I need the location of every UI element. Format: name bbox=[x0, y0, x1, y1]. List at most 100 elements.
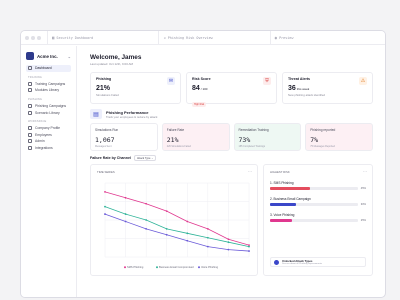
tab-label: Security Dashboard bbox=[56, 35, 94, 40]
data-point bbox=[124, 197, 127, 199]
select-value: Attack Type bbox=[136, 156, 151, 160]
sidebar-item-label: Admin bbox=[35, 139, 45, 144]
status-badge: High Risk bbox=[192, 102, 207, 107]
section-title: Failure Rate by Channel bbox=[90, 156, 131, 161]
phishing-card[interactable]: Phishing ✉ 21% Simulations Failed bbox=[90, 72, 181, 104]
flag-icon bbox=[28, 81, 32, 86]
sidebar-item-dashboard[interactable]: Dashboard bbox=[26, 65, 71, 72]
window-control-dot[interactable] bbox=[37, 35, 41, 40]
workspace-switcher[interactable]: Acme Inc. ⌄ bbox=[26, 52, 71, 60]
series-line-0 bbox=[104, 191, 250, 246]
legend-label: Voice Phishing bbox=[201, 265, 219, 269]
note-subtitle: Discuss about all Phishing Improvements bbox=[282, 263, 323, 266]
data-point bbox=[206, 228, 209, 230]
stat-subtext: 226 Simulations Failed bbox=[166, 145, 191, 148]
card-value-number: 21% bbox=[96, 85, 111, 92]
data-point bbox=[145, 228, 148, 230]
stat-value: 1,067 bbox=[95, 136, 115, 144]
performance-header: ▤ Phishing Performance Track your employ… bbox=[90, 109, 373, 119]
window-control-dot[interactable] bbox=[31, 35, 35, 40]
legend-label: Business Email Compromised bbox=[159, 265, 194, 269]
card-value: 84/ 100 bbox=[192, 85, 271, 92]
data-point bbox=[165, 210, 168, 213]
card-value-number: 36 bbox=[288, 85, 296, 92]
stat-label: Failure Rate bbox=[166, 128, 185, 132]
attack-type-select[interactable]: Attack Type ⌄ bbox=[133, 155, 157, 162]
chart-icon: ▤ bbox=[90, 109, 102, 119]
sidebar-item-integrations[interactable]: Integrations bbox=[26, 145, 71, 152]
stat-failure-rate[interactable]: Failure Rate 21% 226 Simulations Failed bbox=[161, 123, 230, 151]
risk-item-label: 3. Voice Phishing bbox=[270, 213, 295, 218]
stat-remediation-training[interactable]: Remediation Training 73% 165 Completed T… bbox=[233, 123, 302, 151]
data-point bbox=[145, 203, 148, 205]
card-value: 36this week bbox=[288, 85, 367, 92]
sidebar-item-label: Integrations bbox=[35, 146, 53, 151]
sidebar-item-label: Training Campaigns bbox=[35, 81, 66, 86]
window-control-dot[interactable] bbox=[25, 35, 29, 40]
risk-bar-track bbox=[270, 203, 358, 207]
risk-item-label: 1. SMS Phishing bbox=[270, 181, 294, 186]
sidebar-section-heading: TRAINING bbox=[28, 75, 42, 79]
plug-icon bbox=[28, 146, 32, 151]
stat-simulations-run[interactable]: Simulations Run 1,067 Messages Sent bbox=[90, 123, 158, 151]
chevron-down-icon: ⌄ bbox=[67, 53, 71, 59]
sidebar-item-label: Employees bbox=[35, 132, 52, 137]
sidebar-item-label: Scenario Library bbox=[35, 110, 60, 115]
card-title: Phishing bbox=[96, 77, 112, 81]
risk-bar-track bbox=[270, 219, 358, 223]
data-point bbox=[165, 228, 168, 230]
data-point bbox=[104, 205, 106, 208]
sidebar-item-company-profile[interactable]: Company Profile bbox=[26, 125, 71, 132]
highest-risk-panel: HIGHEST RISK ⋯ 1. SMS Phishing 45% 2. Bu… bbox=[263, 164, 373, 277]
stat-value: 73% bbox=[238, 136, 251, 144]
risk-bar-track bbox=[270, 187, 358, 191]
sidebar-item-employees[interactable]: Employees bbox=[26, 132, 71, 139]
sidebar-section-heading: PHISHING bbox=[28, 97, 43, 101]
card-title: Risk Score bbox=[192, 77, 211, 81]
sidebar-item-scenario-library[interactable]: Scenario Library bbox=[26, 109, 71, 116]
sidebar-item-label: Company Profile bbox=[35, 126, 61, 131]
risk-item[interactable]: 3. Voice Phishing 25% bbox=[270, 213, 366, 223]
stat-subtext: Messages Sent bbox=[95, 145, 112, 148]
users-icon bbox=[28, 132, 32, 137]
risk-item-value: 30% bbox=[360, 203, 366, 207]
threat-alerts-card[interactable]: Threat Alerts ⚠ 36this week New phishing… bbox=[282, 72, 373, 104]
risk-item[interactable]: 2. Business Email Campaign 30% bbox=[270, 197, 366, 207]
legend-swatch bbox=[156, 266, 158, 269]
risk-item-value: 45% bbox=[360, 187, 366, 191]
risk-item[interactable]: 1. SMS Phishing 45% bbox=[270, 181, 366, 191]
data-point bbox=[145, 219, 148, 222]
panel-title: HIGHEST RISK bbox=[270, 170, 290, 175]
stat-value: 21% bbox=[166, 136, 179, 144]
grid-icon: ▦ bbox=[52, 35, 55, 40]
stat-phishing-reported[interactable]: Phishing reported 7% 75 Messages Reporte… bbox=[305, 123, 373, 151]
data-point bbox=[104, 191, 106, 193]
key-icon bbox=[28, 139, 32, 144]
risk-bar-fill bbox=[270, 203, 297, 207]
data-point bbox=[186, 232, 189, 235]
tab-phishing-risk-overview[interactable]: ◂ Phishing Risk Overview bbox=[158, 31, 269, 45]
data-point bbox=[124, 220, 127, 223]
sidebar-section-heading: WORKSPACE bbox=[28, 119, 47, 123]
card-value-number: 84 bbox=[192, 85, 200, 92]
risk-score-card[interactable]: Risk Score ⛨ 84/ 100 High Risk bbox=[186, 72, 277, 107]
sidebar-item-phishing-campaigns[interactable]: Phishing Campaigns bbox=[26, 103, 71, 110]
tab-preview[interactable]: ◉ Preview bbox=[269, 31, 381, 45]
tab-label: Phishing Risk Overview bbox=[167, 35, 213, 40]
data-point bbox=[165, 234, 168, 236]
shield-icon: ⛨ bbox=[263, 77, 271, 85]
data-point bbox=[206, 245, 209, 248]
sidebar-item-modules-library[interactable]: Modules Library bbox=[26, 87, 71, 94]
data-point bbox=[227, 248, 230, 251]
risk-bar-fill bbox=[270, 219, 292, 223]
sidebar-item-admin[interactable]: Admin bbox=[26, 138, 71, 145]
risk-item-value: 25% bbox=[360, 219, 366, 223]
tab-security-dashboard[interactable]: ▦ Security Dashboard bbox=[47, 31, 158, 45]
building-icon bbox=[28, 126, 32, 131]
summary-cards: Phishing ✉ 21% Simulations Failed Risk S… bbox=[90, 72, 373, 107]
unlocked-attack-types-note[interactable]: Unlocked Attack Types Discuss about all … bbox=[270, 257, 366, 268]
more-menu-icon[interactable]: ⋯ bbox=[363, 169, 367, 174]
risk-item-label: 2. Business Email Campaign bbox=[270, 197, 311, 202]
sidebar-item-training-campaigns[interactable]: Training Campaigns bbox=[26, 81, 71, 88]
stat-subtext: 75 Messages Reported bbox=[310, 145, 335, 148]
